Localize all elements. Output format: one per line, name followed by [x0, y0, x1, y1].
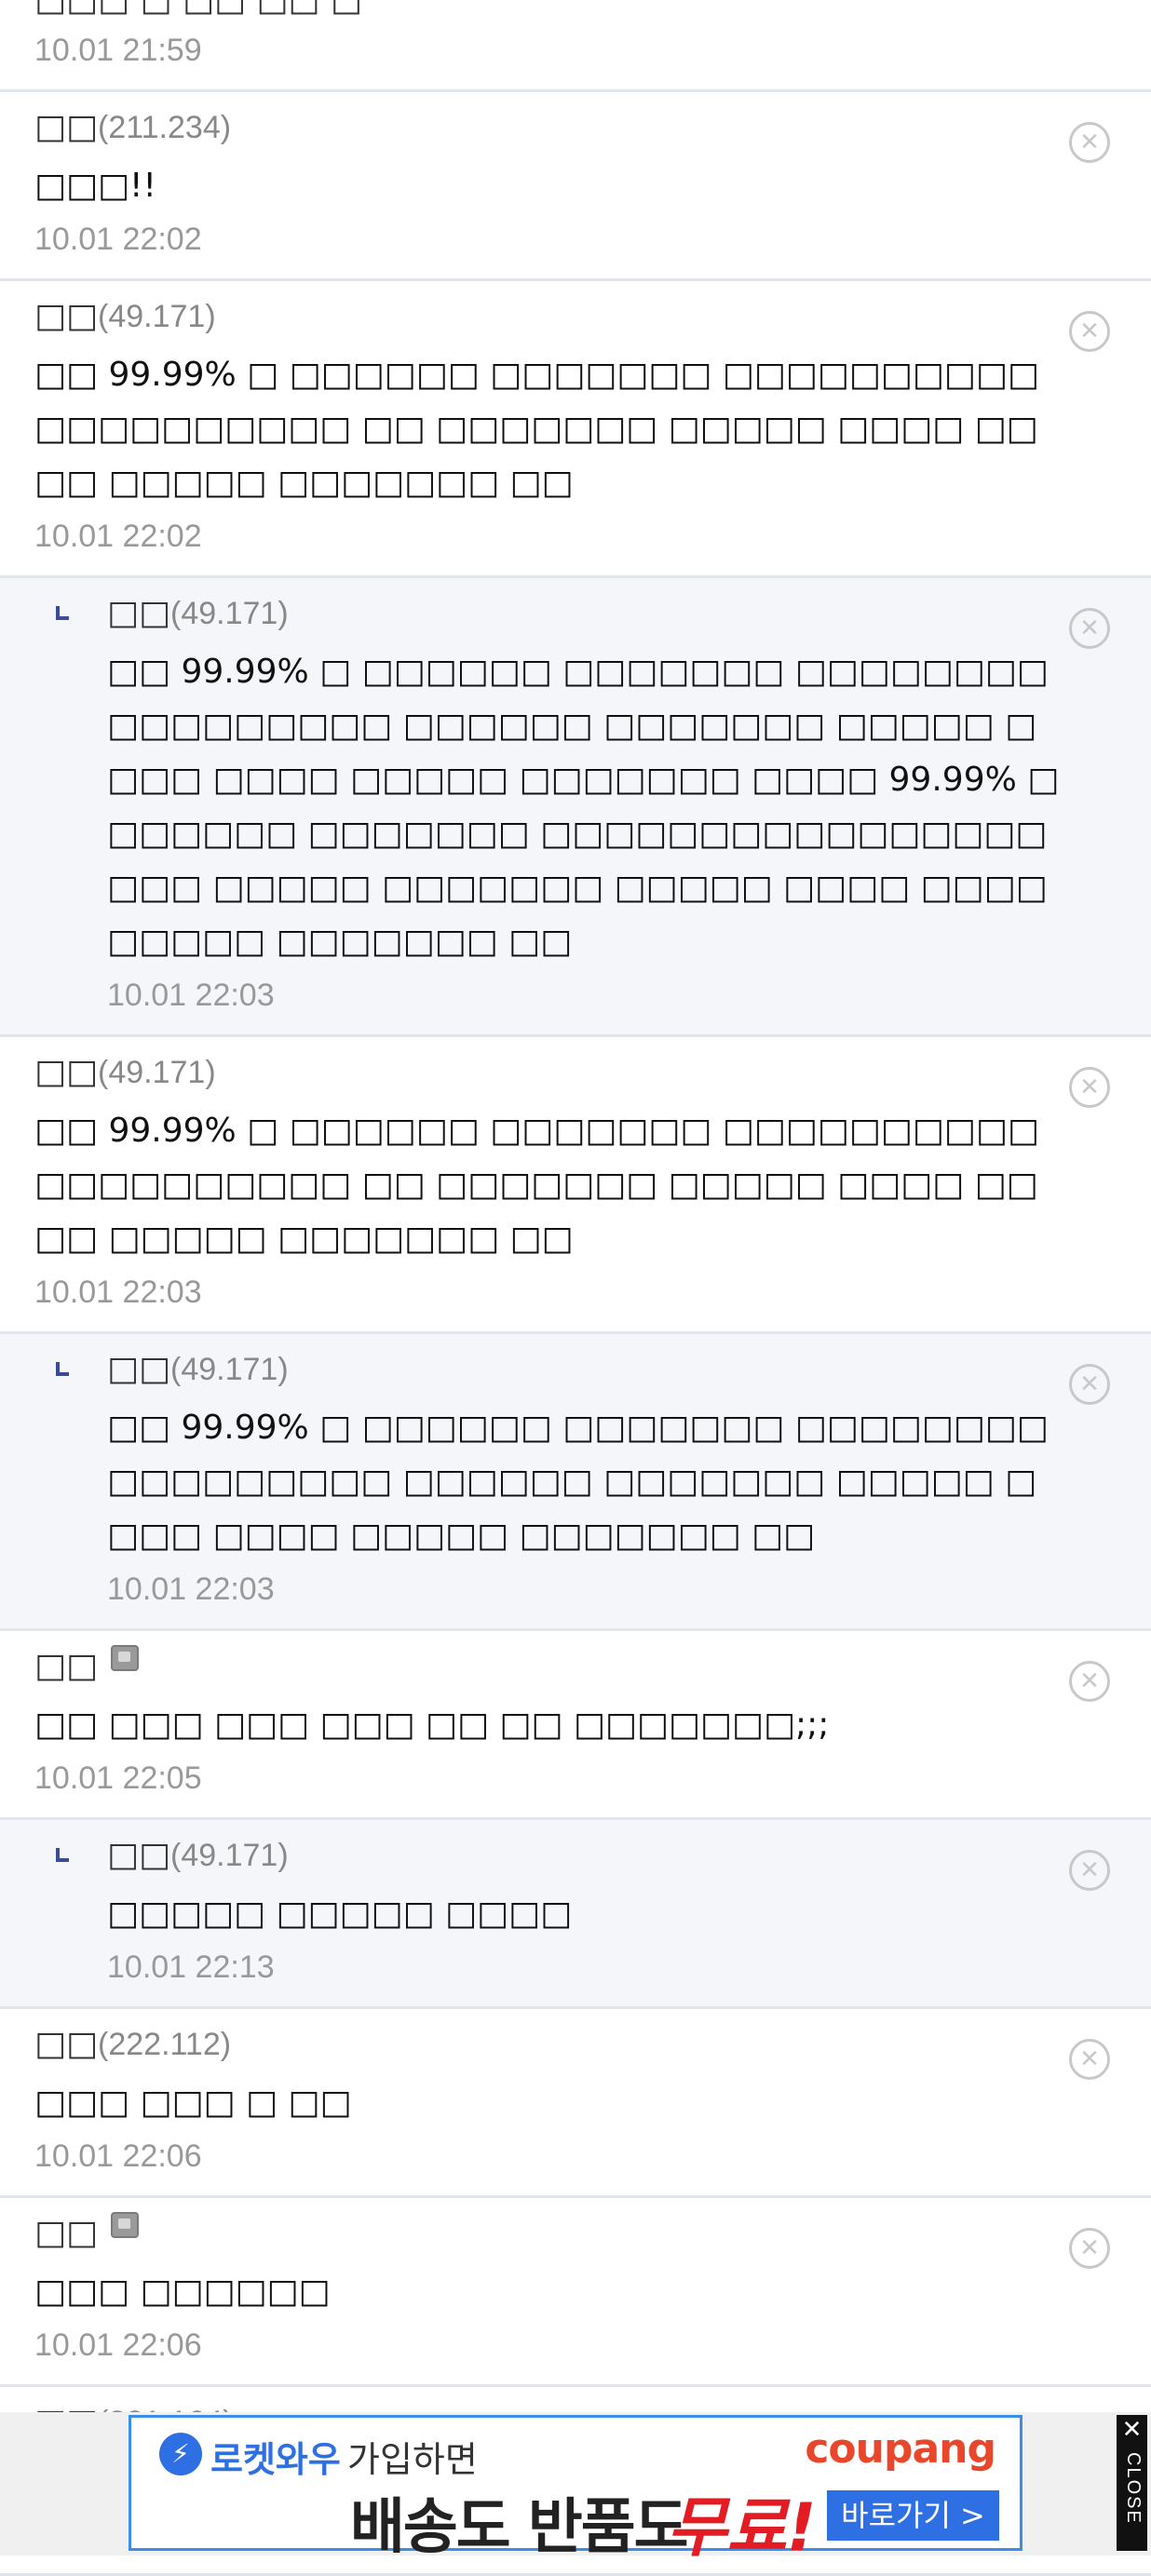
author-ip: (49.171): [98, 299, 216, 334]
close-circle-icon: ✕: [1079, 1073, 1100, 1101]
author-nick[interactable]: □□: [34, 108, 98, 146]
author-nick[interactable]: □□: [34, 2025, 98, 2063]
comment-author[interactable]: □□□ □ □□ □□ □: [34, 0, 1067, 24]
comment-text: □□ 99.99% □ □□□□□□ □□□□□□□ □□□□□□□□□□□□□…: [107, 653, 1060, 961]
close-circle-icon: ✕: [1079, 2234, 1100, 2262]
comment-author[interactable]: □□(222.112): [34, 2020, 1067, 2069]
comment-item: □□ □□ □□□ □□□ □□□ □□ □□ □□□□□□□;;; 10.01 2…: [0, 1631, 1151, 1820]
comment-time: 10.01 22:02: [34, 519, 202, 554]
comment-time: 10.01 22:05: [34, 1760, 202, 1796]
delete-comment-button[interactable]: ✕: [1069, 2228, 1110, 2269]
member-icon: [111, 2212, 140, 2238]
comment-time: 10.01 22:13: [107, 1949, 275, 1985]
delete-comment-button[interactable]: ✕: [1069, 1661, 1110, 1702]
comment-text: □□□□□ □□□□□ □□□□: [107, 1895, 573, 1933]
delete-comment-button[interactable]: ✕: [1069, 1850, 1110, 1891]
author-nick[interactable]: □□: [34, 297, 98, 335]
member-icon: [111, 1645, 140, 1671]
comment-author[interactable]: □□(49.171): [107, 589, 1067, 638]
author-ip: (49.171): [98, 1055, 216, 1090]
comment-text: □□□ □□□□□□: [34, 2273, 331, 2311]
comment-time: 10.01 22:03: [107, 1571, 275, 1607]
close-circle-icon: ✕: [1079, 1667, 1100, 1695]
author-nick[interactable]: □□: [34, 1647, 98, 1685]
close-circle-icon: ✕: [1079, 1856, 1100, 1884]
comment-text: □□ □□□ □□□ □□□ □□ □□ □□□□□□□;;;: [34, 1706, 830, 1744]
comment-item: □□ □□□ □□□□□□ 10.01 22:06 ✕: [0, 2198, 1151, 2387]
delete-comment-button[interactable]: ✕: [1069, 1364, 1110, 1405]
author-nick[interactable]: □□: [34, 1053, 98, 1091]
close-icon: ✕: [1121, 2416, 1143, 2444]
delete-comment-button[interactable]: ✕: [1069, 1067, 1110, 1108]
reply-arrow-icon: [56, 1848, 69, 1862]
author-nick[interactable]: □□□ □ □□ □□ □: [34, 0, 362, 19]
reply-comment: □□(49.171) □□□□□ □□□□□ □□□□ 10.01 22:13 ✕: [0, 1820, 1151, 2009]
rocket-icon: ⚡: [159, 2433, 202, 2475]
delete-comment-button[interactable]: ✕: [1069, 122, 1110, 163]
author-ip: (49.171): [170, 1352, 289, 1387]
author-nick[interactable]: □□: [107, 1836, 170, 1874]
close-circle-icon: ✕: [1079, 128, 1100, 156]
ad-brand-logo: coupang: [805, 2425, 996, 2473]
reply-comment: □□(49.171) □□ 99.99% □ □□□□□□ □□□□□□□ □□□…: [0, 1334, 1151, 1631]
close-circle-icon: ✕: [1079, 614, 1100, 642]
comment-author[interactable]: □□(49.171): [107, 1831, 1067, 1880]
author-ip: (49.171): [170, 596, 289, 631]
ad-headline: 배송도 반품도: [350, 2493, 689, 2562]
delete-comment-button[interactable]: ✕: [1069, 2039, 1110, 2080]
comment-item: □□(49.171) □□ 99.99% □ □□□□□□ □□□□□□□ □□□…: [0, 1037, 1151, 1334]
comment-time: 10.01 22:03: [107, 978, 275, 1013]
comment-author[interactable]: □□: [34, 1642, 1067, 1691]
ad-banner[interactable]: ⚡ 로켓와우 가입하면 coupang 배송도 반품도 무료! 바로가기 >: [129, 2415, 1022, 2566]
reply-comment: □□(49.171) □□ 99.99% □ □□□□□□ □□□□□□□ □□□…: [0, 578, 1151, 1037]
close-circle-icon: ✕: [1079, 1370, 1100, 1398]
comment-time: 10.01 22:02: [34, 222, 202, 257]
reply-arrow-icon: [56, 606, 69, 620]
ad-go-button[interactable]: 바로가기 >: [827, 2490, 999, 2541]
comment-item: □□(49.171) □□ 99.99% □ □□□□□□ □□□□□□□ □□□…: [0, 281, 1151, 578]
ad-title: 로켓와우: [210, 2439, 341, 2480]
comment-text: □□ 99.99% □ □□□□□□ □□□□□□□ □□□□□□□□□□□□□…: [107, 1409, 1049, 1555]
comment-author[interactable]: □□(49.171): [107, 1345, 1067, 1394]
comment-author[interactable]: □□(49.171): [34, 292, 1067, 341]
ad-close-label: CLOSE: [1123, 2452, 1144, 2525]
delete-comment-button[interactable]: ✕: [1069, 311, 1110, 352]
comment-time: 10.01 21:59: [34, 33, 202, 68]
author-ip: (49.171): [170, 1838, 289, 1873]
author-nick[interactable]: □□: [107, 594, 170, 632]
close-circle-icon: ✕: [1079, 2045, 1100, 2073]
comment-time: 10.01 22:06: [34, 2138, 202, 2174]
comment-time: 10.01 22:03: [34, 1275, 202, 1310]
author-nick[interactable]: □□: [34, 2214, 98, 2252]
comment-author[interactable]: □□: [34, 2209, 1067, 2258]
comment-item: □□(222.112) □□□ □□□ □ □□ 10.01 22:06 ✕: [0, 2009, 1151, 2198]
comment-author[interactable]: □□(211.234): [34, 103, 1067, 152]
comment-item: □□□ □ □□ □□ □ 10.01 21:59: [0, 0, 1151, 92]
reply-arrow-icon: [56, 1362, 69, 1376]
ad-title-sub: 가입하면: [347, 2439, 478, 2480]
ad-close-button[interactable]: ✕ CLOSE: [1117, 2415, 1147, 2551]
comment-item: □□(211.234) □□□!! 10.01 22:02 ✕: [0, 92, 1151, 281]
author-ip: (211.234): [98, 110, 232, 145]
delete-comment-button[interactable]: ✕: [1069, 608, 1110, 649]
close-circle-icon: ✕: [1079, 317, 1100, 345]
comment-text: □□ 99.99% □ □□□□□□ □□□□□□□ □□□□□□□□□□□□□…: [34, 356, 1039, 502]
comment-time: 10.01 22:06: [34, 2327, 202, 2363]
comment-text: □□□!!: [34, 167, 156, 205]
comment-author[interactable]: □□(49.171): [34, 1048, 1067, 1097]
comment-list: □□□ □ □□ □□ □10.01 21:59□□(211.234)□□□!!…: [0, 0, 1151, 2576]
author-nick[interactable]: □□: [107, 1350, 170, 1388]
author-ip: (222.112): [98, 2027, 232, 2062]
comment-text: □□□ □□□ □ □□: [34, 2084, 352, 2122]
comment-text: □□ 99.99% □ □□□□□□ □□□□□□□ □□□□□□□□□□□□□…: [34, 1112, 1039, 1258]
